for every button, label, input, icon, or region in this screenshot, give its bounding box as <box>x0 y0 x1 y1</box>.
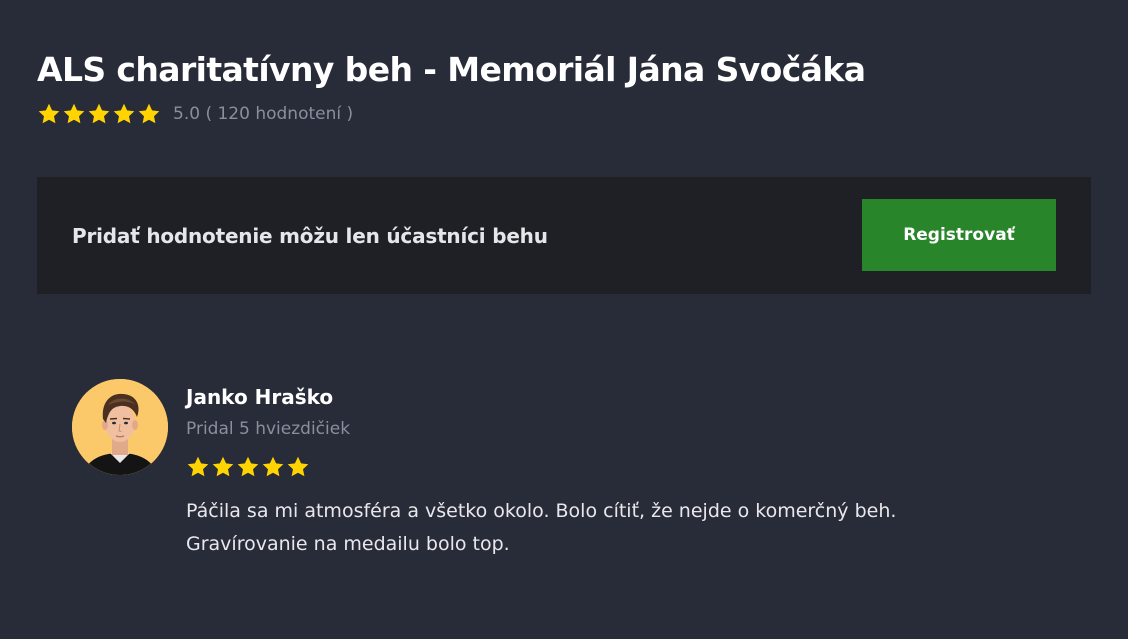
reviewer-name: Janko Hraško <box>186 385 334 409</box>
star-icon <box>37 102 61 126</box>
star-icon <box>261 455 285 479</box>
review-stars <box>186 455 310 479</box>
review-text-line: Gravírovanie na medailu bolo top. <box>186 533 510 555</box>
star-icon <box>112 102 136 126</box>
star-icon <box>87 102 111 126</box>
rating-summary: 5.0 ( 120 hodnotení ) <box>173 104 354 124</box>
event-rating: 5.0 ( 120 hodnotení ) <box>37 102 353 126</box>
star-icon <box>62 102 86 126</box>
star-icon <box>186 455 210 479</box>
page-title: ALS charitatívny beh - Memoriál Jána Svo… <box>37 50 866 89</box>
star-icon <box>286 455 310 479</box>
register-button[interactable]: Registrovať <box>862 199 1056 271</box>
reviews-page: ALS charitatívny beh - Memoriál Jána Svo… <box>0 0 1128 639</box>
reviewer-rating-label: Pridal 5 hviezdičiek <box>186 419 351 439</box>
avatar <box>72 379 168 475</box>
notice-text: Pridať hodnotenie môžu len účastníci beh… <box>72 224 548 248</box>
star-icon <box>137 102 161 126</box>
review-text-line: Páčila sa mi atmosféra a všetko okolo. B… <box>186 500 897 522</box>
star-icon <box>211 455 235 479</box>
review-text: Páčila sa mi atmosféra a všetko okolo. B… <box>186 495 1046 561</box>
star-icon <box>236 455 260 479</box>
rating-stars <box>37 102 161 126</box>
review-notice-panel: Pridať hodnotenie môžu len účastníci beh… <box>37 177 1091 294</box>
